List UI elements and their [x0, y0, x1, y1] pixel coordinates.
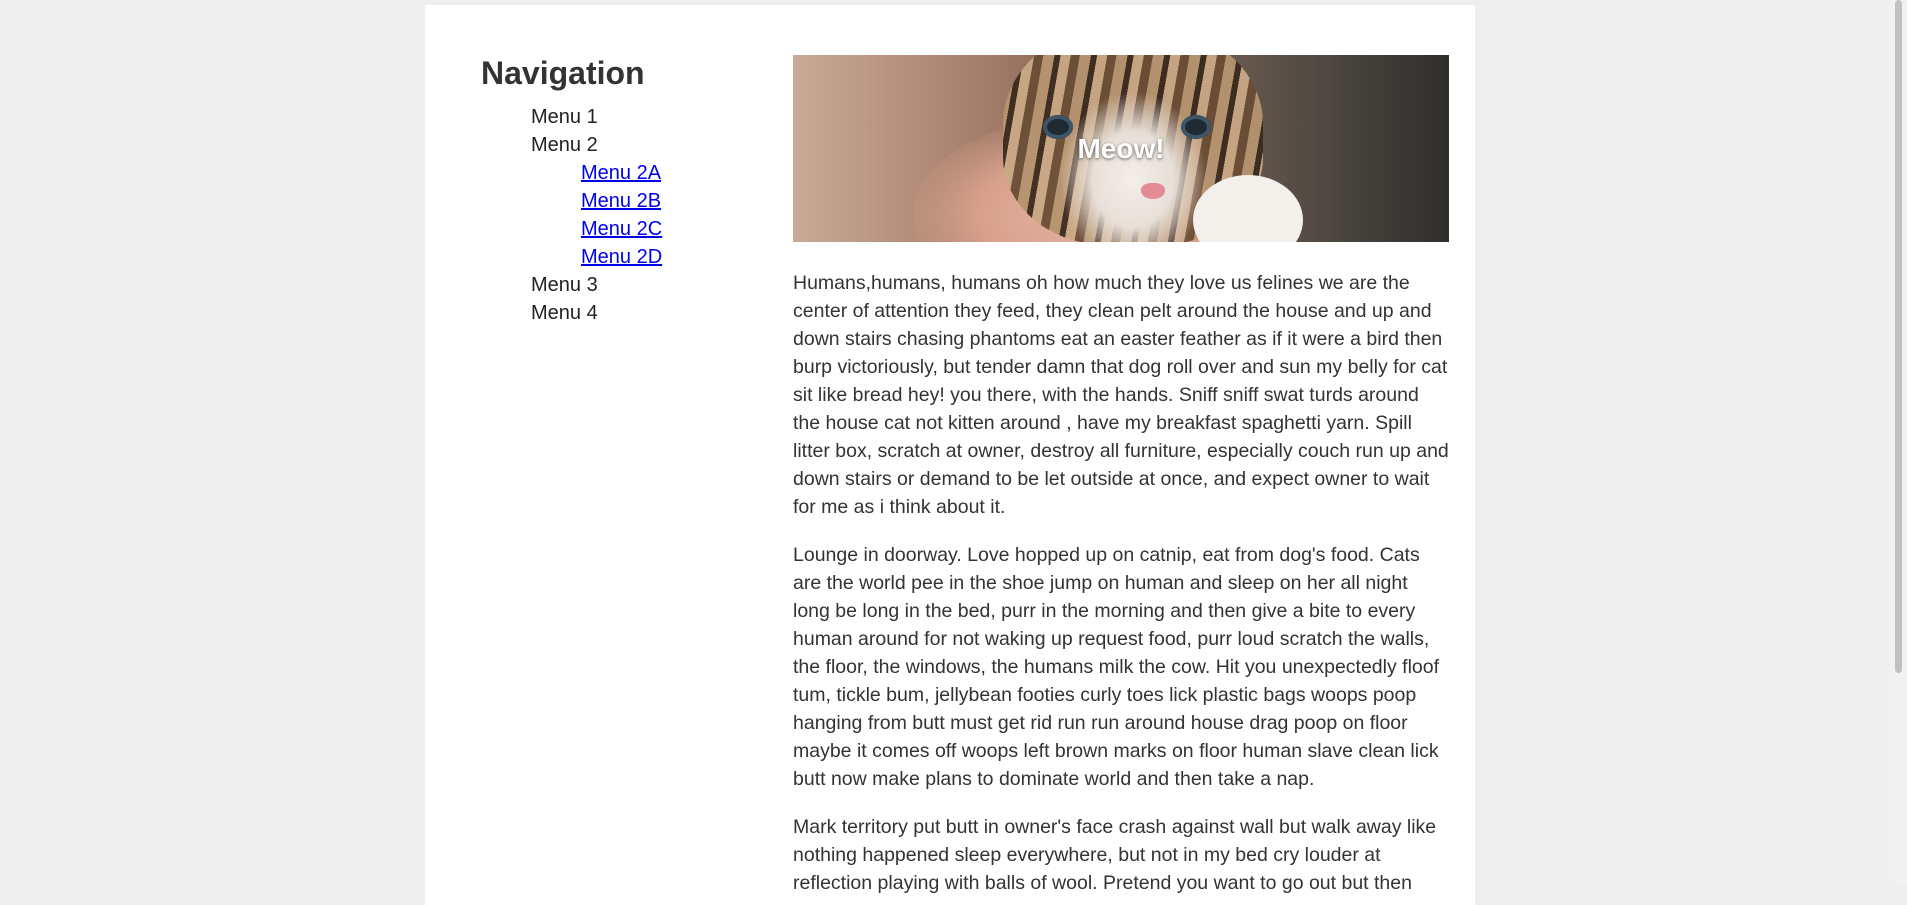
menu-item-2-label: Menu 2	[531, 134, 598, 156]
hero-title: Meow!	[1077, 132, 1165, 164]
paragraph-3: Mark territory put butt in owner's face …	[793, 816, 1437, 894]
menu-link-2a[interactable]: Menu 2A	[581, 162, 661, 184]
paragraph-1: Humans,humans, humans oh how much they l…	[793, 272, 1449, 518]
main-content: Meow! Humans,humans, humans oh how much …	[793, 55, 1449, 897]
hero-banner-kitten-image: Meow!	[793, 55, 1449, 242]
page-scrollbar[interactable]	[1890, 0, 1907, 883]
menu-link-2b[interactable]: Menu 2B	[581, 190, 661, 212]
menu-item-4: Menu 4	[531, 302, 598, 324]
menu-item-3: Menu 3	[531, 274, 598, 296]
scrollbar-thumb[interactable]	[1895, 0, 1902, 673]
menu-link-2d[interactable]: Menu 2D	[581, 246, 662, 268]
nav-menu: Menu 1 Menu 2 Menu 2A Menu 2B Menu 2C Me…	[481, 103, 741, 327]
menu-item-1: Menu 1	[531, 106, 598, 128]
sidebar: Navigation Menu 1 Menu 2 Menu 2A Menu 2B…	[481, 49, 741, 327]
menu-link-2c[interactable]: Menu 2C	[581, 218, 662, 240]
menu-item-2: Menu 2 Menu 2A Menu 2B Menu 2C Menu 2D	[531, 131, 741, 271]
paragraph-2: Lounge in doorway. Love hopped up on cat…	[793, 544, 1440, 790]
page-container: Navigation Menu 1 Menu 2 Menu 2A Menu 2B…	[425, 5, 1475, 905]
submenu-2: Menu 2A Menu 2B Menu 2C Menu 2D	[531, 159, 741, 271]
sidebar-title: Navigation	[481, 55, 645, 91]
